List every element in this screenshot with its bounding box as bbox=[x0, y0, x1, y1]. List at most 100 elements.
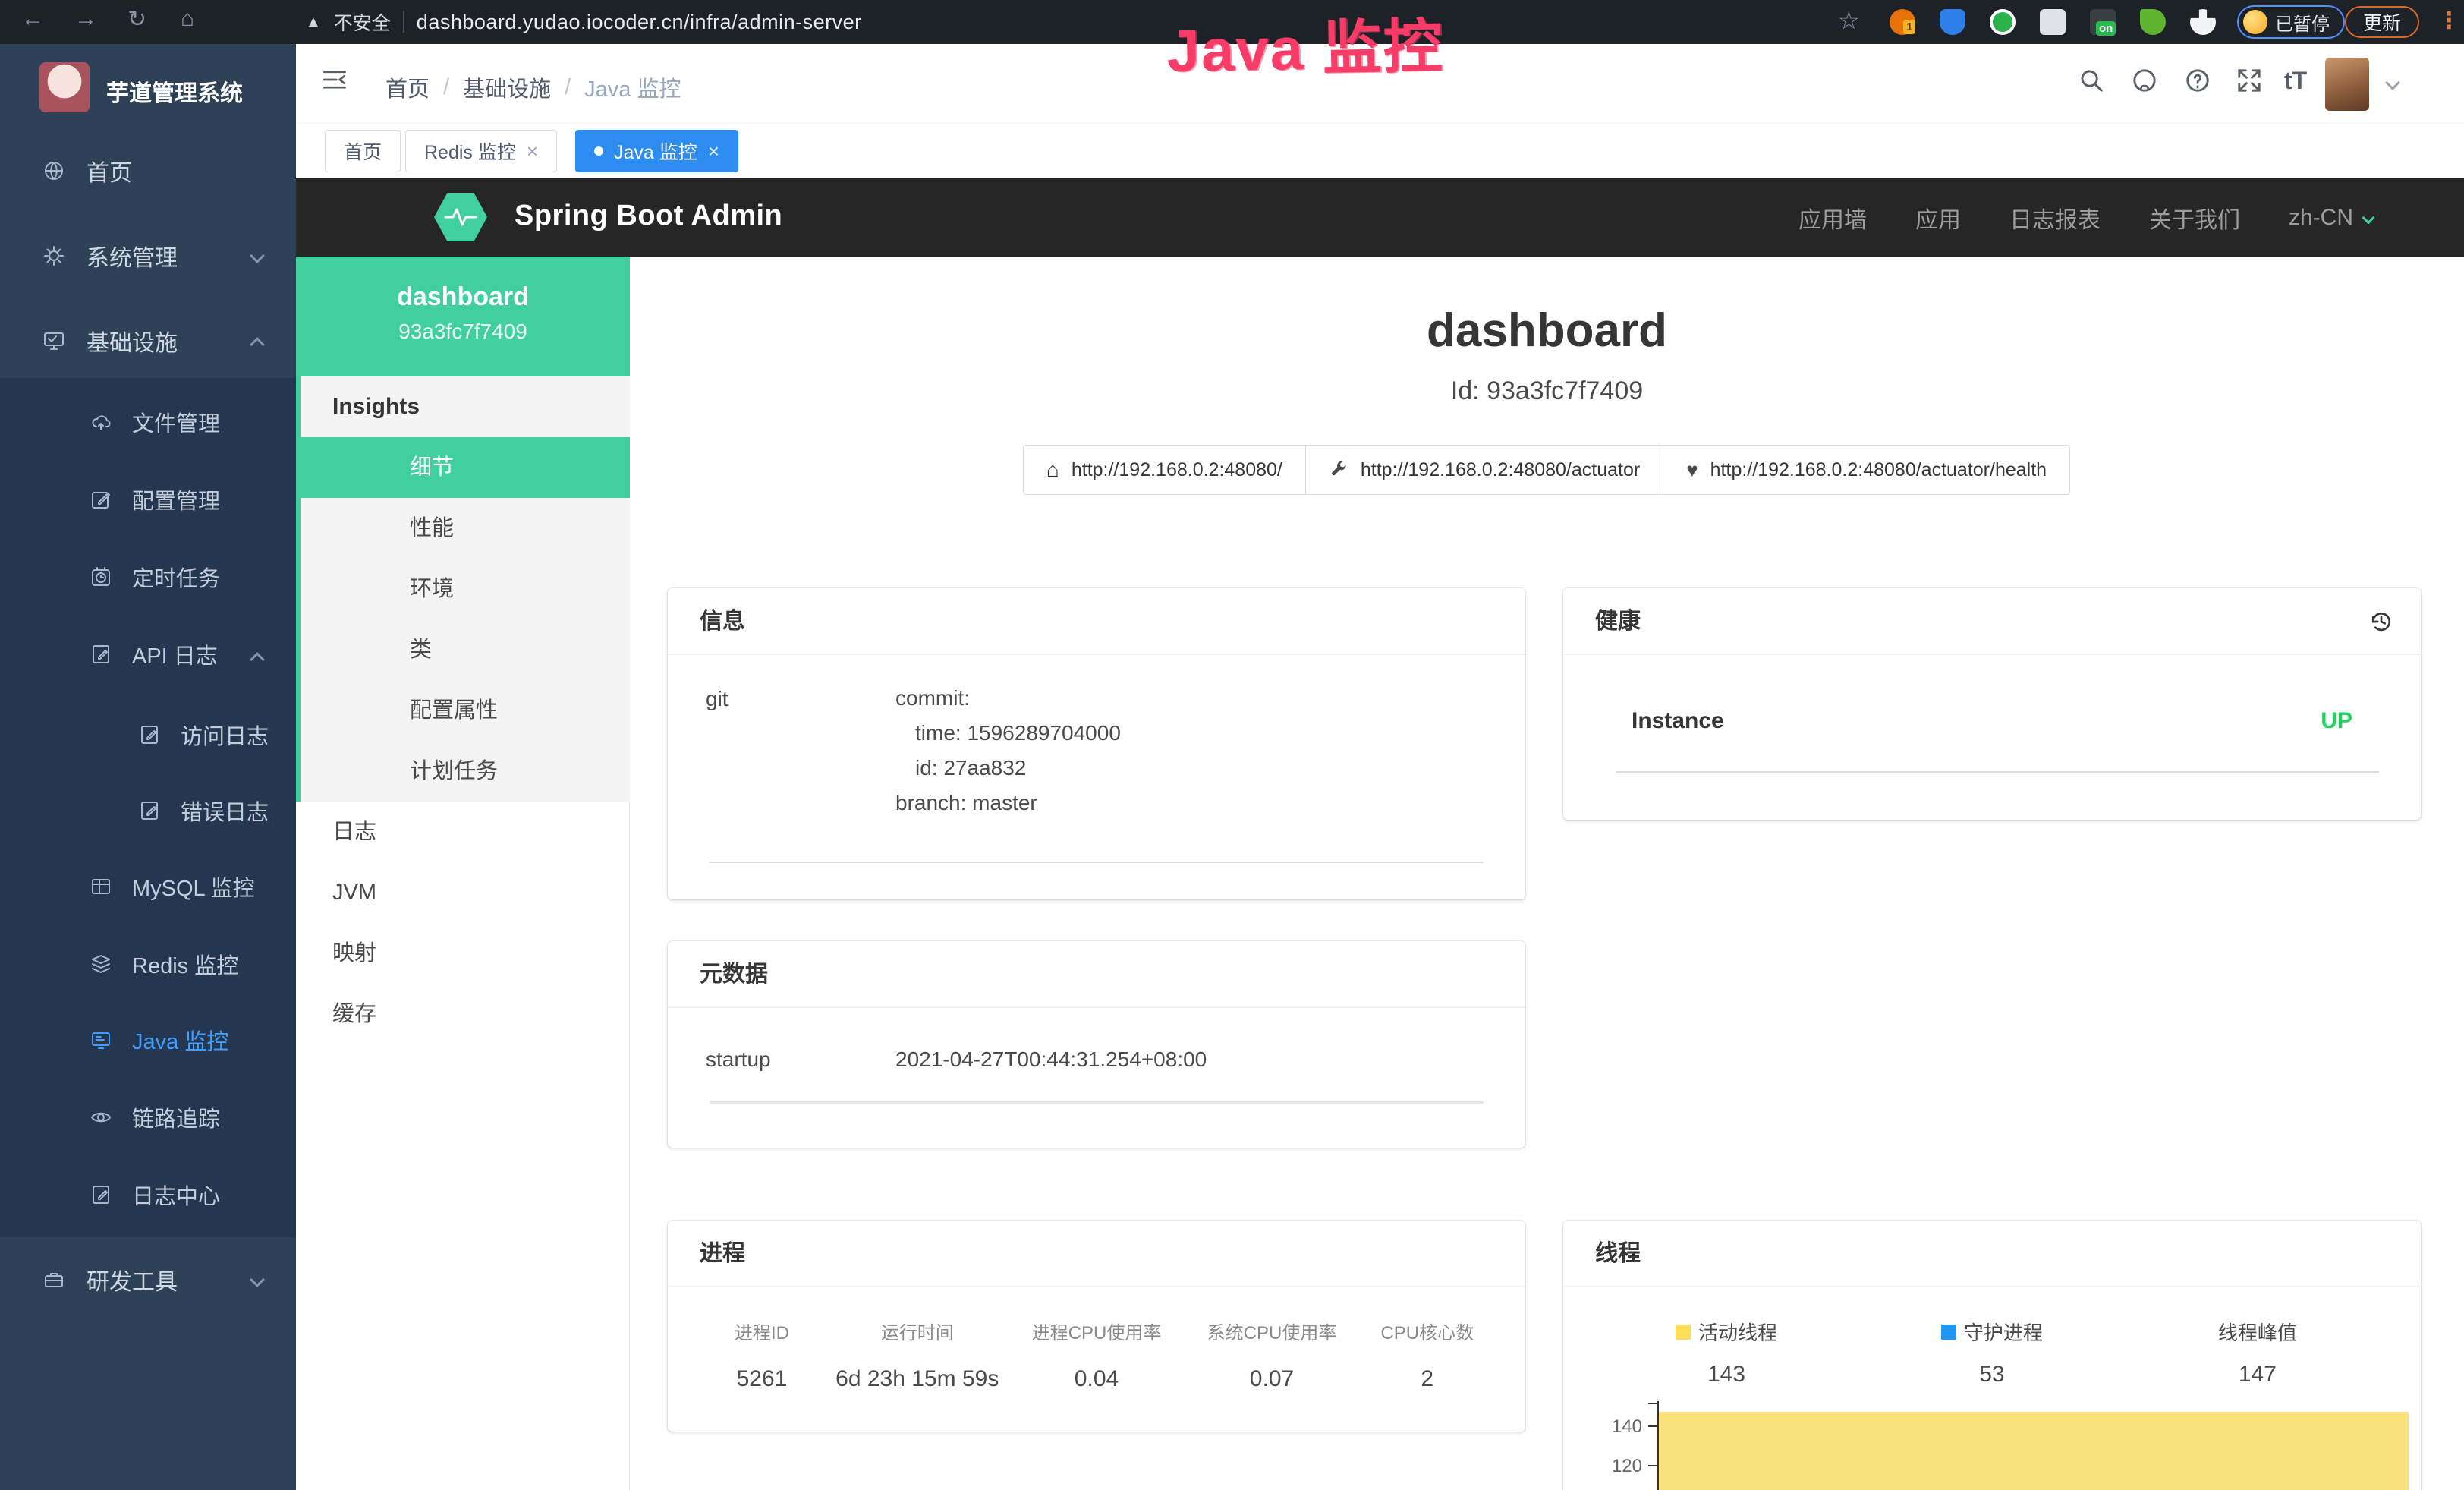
instance-id: 93a3fc7f7409 bbox=[296, 312, 630, 344]
sba-side-environment[interactable]: 环境 bbox=[296, 559, 630, 619]
instance-title: dashboard bbox=[630, 304, 2464, 358]
sidebar-item-error-log[interactable]: 错误日志 bbox=[0, 774, 296, 847]
info-card-title: 信息 bbox=[668, 588, 1525, 655]
sidebar-item-home[interactable]: 首页 bbox=[0, 134, 296, 207]
sba-instance-sidebar: dashboard 93a3fc7f7409 Insights 细节 性能 环境… bbox=[296, 257, 630, 1490]
sba-side-scheduled-tasks[interactable]: 计划任务 bbox=[296, 741, 630, 802]
breadcrumb-home[interactable]: 首页 bbox=[385, 71, 430, 103]
app-sidebar: 芋道管理系统 首页 系统管理 基础设施 文件管理 配置管理 bbox=[0, 44, 296, 1490]
user-avatar[interactable] bbox=[2325, 58, 2369, 111]
sba-nav-journal[interactable]: 日志报表 bbox=[2009, 201, 2101, 235]
breadcrumb-current: Java 监控 bbox=[584, 71, 681, 103]
infra-submenu: 文件管理 配置管理 定时任务 API 日志 访问日志 错误日志 bbox=[0, 378, 296, 1237]
home-icon: ⌂ bbox=[1046, 458, 1059, 482]
chevron-up-icon bbox=[250, 337, 265, 352]
health-card: 健康 Instance UP bbox=[1563, 588, 2421, 820]
legend-peak-threads: 线程峰值 bbox=[2125, 1318, 2390, 1346]
actuator-url-button[interactable]: http://192.168.0.2:48080/actuator bbox=[1305, 445, 1663, 495]
sidebar-item-system[interactable]: 系统管理 bbox=[0, 219, 296, 292]
page-annotation: Java 监控 bbox=[1084, 0, 1526, 90]
sidebar-item-file-management[interactable]: 文件管理 bbox=[0, 386, 296, 458]
tab-java-monitor[interactable]: Java 监控 × bbox=[575, 130, 738, 172]
chevron-down-icon[interactable] bbox=[2385, 75, 2400, 90]
extension-on-badge: on bbox=[2096, 21, 2116, 36]
sba-locale-select[interactable]: zh-CN bbox=[2289, 205, 2373, 231]
not-secure-warning-icon: ▲ bbox=[305, 12, 322, 32]
screen-icon bbox=[90, 1029, 112, 1051]
browser-reload-icon[interactable]: ↻ bbox=[127, 6, 146, 33]
sba-side-jvm[interactable]: JVM bbox=[296, 862, 630, 923]
sidebar-item-access-log[interactable]: 访问日志 bbox=[0, 698, 296, 771]
profile-status: 已暂停 bbox=[2275, 9, 2330, 36]
history-icon[interactable] bbox=[2368, 608, 2395, 635]
health-status-badge: UP bbox=[2321, 708, 2352, 734]
sba-nav-about[interactable]: 关于我们 bbox=[2149, 201, 2240, 235]
timer-icon bbox=[90, 565, 112, 588]
tab-home[interactable]: 首页 bbox=[325, 130, 401, 172]
extension-icon[interactable] bbox=[1990, 9, 2016, 35]
metadata-card-title: 元数据 bbox=[668, 941, 1525, 1008]
divider bbox=[710, 862, 1484, 863]
breadcrumb-infra[interactable]: 基础设施 bbox=[463, 71, 551, 103]
gear-icon bbox=[42, 244, 65, 267]
sba-brand: Spring Boot Admin bbox=[515, 200, 782, 232]
area-fill bbox=[1659, 1412, 2409, 1490]
instance-name: dashboard bbox=[296, 257, 630, 312]
sidebar-item-java-monitor[interactable]: Java 监控 bbox=[0, 1003, 296, 1076]
sba-side-metrics[interactable]: 性能 bbox=[296, 498, 630, 559]
sba-nav-wallboard[interactable]: 应用墙 bbox=[1798, 201, 1867, 235]
sidebar-item-log-center[interactable]: 日志中心 bbox=[0, 1158, 296, 1231]
wrench-icon bbox=[1329, 460, 1348, 480]
info-card: 信息 git commit: time: 1596289704000 id: 2… bbox=[668, 588, 1525, 899]
security-label: 不安全 bbox=[334, 8, 391, 36]
sidebar-item-mysql-monitor[interactable]: MySQL 监控 bbox=[0, 850, 296, 923]
health-url-button[interactable]: ♥ http://192.168.0.2:48080/actuator/heal… bbox=[1663, 445, 2070, 495]
eye-icon bbox=[90, 1106, 112, 1129]
sba-side-details[interactable]: 细节 bbox=[296, 437, 630, 498]
extension-badge: 1 bbox=[1903, 20, 1915, 34]
browser-forward-icon[interactable]: → bbox=[74, 6, 97, 32]
sba-main: dashboard Id: 93a3fc7f7409 ⌂ http://192.… bbox=[630, 257, 2464, 1490]
sba-side-caches[interactable]: 缓存 bbox=[296, 984, 630, 1044]
sba-side-mappings[interactable]: 映射 bbox=[296, 923, 630, 984]
address-url: dashboard.yudao.iocoder.cn/infra/admin-s… bbox=[417, 11, 862, 34]
chevron-up-icon bbox=[250, 652, 265, 667]
close-icon[interactable]: × bbox=[527, 140, 538, 163]
sidebar-item-api-log[interactable]: API 日志 bbox=[0, 618, 296, 691]
divider bbox=[1616, 771, 2379, 773]
sidebar-item-infra[interactable]: 基础设施 bbox=[0, 304, 296, 377]
search-icon[interactable] bbox=[2078, 67, 2105, 94]
update-button[interactable]: 更新 bbox=[2345, 6, 2419, 38]
page: ← → ↻ ⌂ ▲ 不安全 dashboard.yudao.iocoder.cn… bbox=[0, 0, 2464, 1490]
collapse-sidebar-icon[interactable] bbox=[322, 67, 348, 93]
tab-redis-monitor[interactable]: Redis 监控 × bbox=[405, 130, 557, 172]
address-bar[interactable]: ▲ 不安全 dashboard.yudao.iocoder.cn/infra/a… bbox=[305, 5, 862, 39]
github-icon[interactable] bbox=[2131, 67, 2158, 94]
divider bbox=[710, 1101, 1484, 1104]
browser-back-icon[interactable]: ← bbox=[21, 6, 44, 32]
bookmark-star-icon[interactable]: ☆ bbox=[1838, 6, 1860, 35]
sba-side-logs[interactable]: 日志 bbox=[296, 802, 630, 862]
sidebar-item-redis-monitor[interactable]: Redis 监控 bbox=[0, 928, 296, 1000]
close-icon[interactable]: × bbox=[708, 140, 719, 163]
profile-chip[interactable]: 已暂停 bbox=[2237, 5, 2345, 39]
sidebar-item-scheduled-jobs[interactable]: 定时任务 bbox=[0, 540, 296, 613]
font-size-icon[interactable]: tT bbox=[2284, 67, 2307, 95]
extension-icon[interactable] bbox=[2040, 9, 2066, 35]
help-icon[interactable] bbox=[2184, 67, 2211, 94]
chevron-down-icon bbox=[2362, 211, 2375, 224]
sidebar-item-tracing[interactable]: 链路追踪 bbox=[0, 1081, 296, 1154]
browser-home-icon[interactable]: ⌂ bbox=[181, 6, 194, 32]
service-url-button[interactable]: ⌂ http://192.168.0.2:48080/ bbox=[1023, 445, 1306, 495]
extension-icon[interactable] bbox=[1940, 9, 1965, 35]
extension-puzzle-icon[interactable] bbox=[2190, 9, 2216, 35]
sba-nav-applications[interactable]: 应用 bbox=[1915, 201, 1961, 235]
extension-icon[interactable] bbox=[2140, 9, 2166, 35]
browser-menu-icon[interactable]: ⋮ bbox=[2437, 8, 2460, 34]
sidebar-item-dev-tools[interactable]: 研发工具 bbox=[0, 1243, 296, 1316]
fullscreen-icon[interactable] bbox=[2236, 67, 2263, 94]
sba-side-classes[interactable]: 类 bbox=[296, 619, 630, 680]
sidebar-item-config-management[interactable]: 配置管理 bbox=[0, 463, 296, 536]
app-logo bbox=[39, 62, 90, 112]
sba-side-config-props[interactable]: 配置属性 bbox=[296, 680, 630, 741]
